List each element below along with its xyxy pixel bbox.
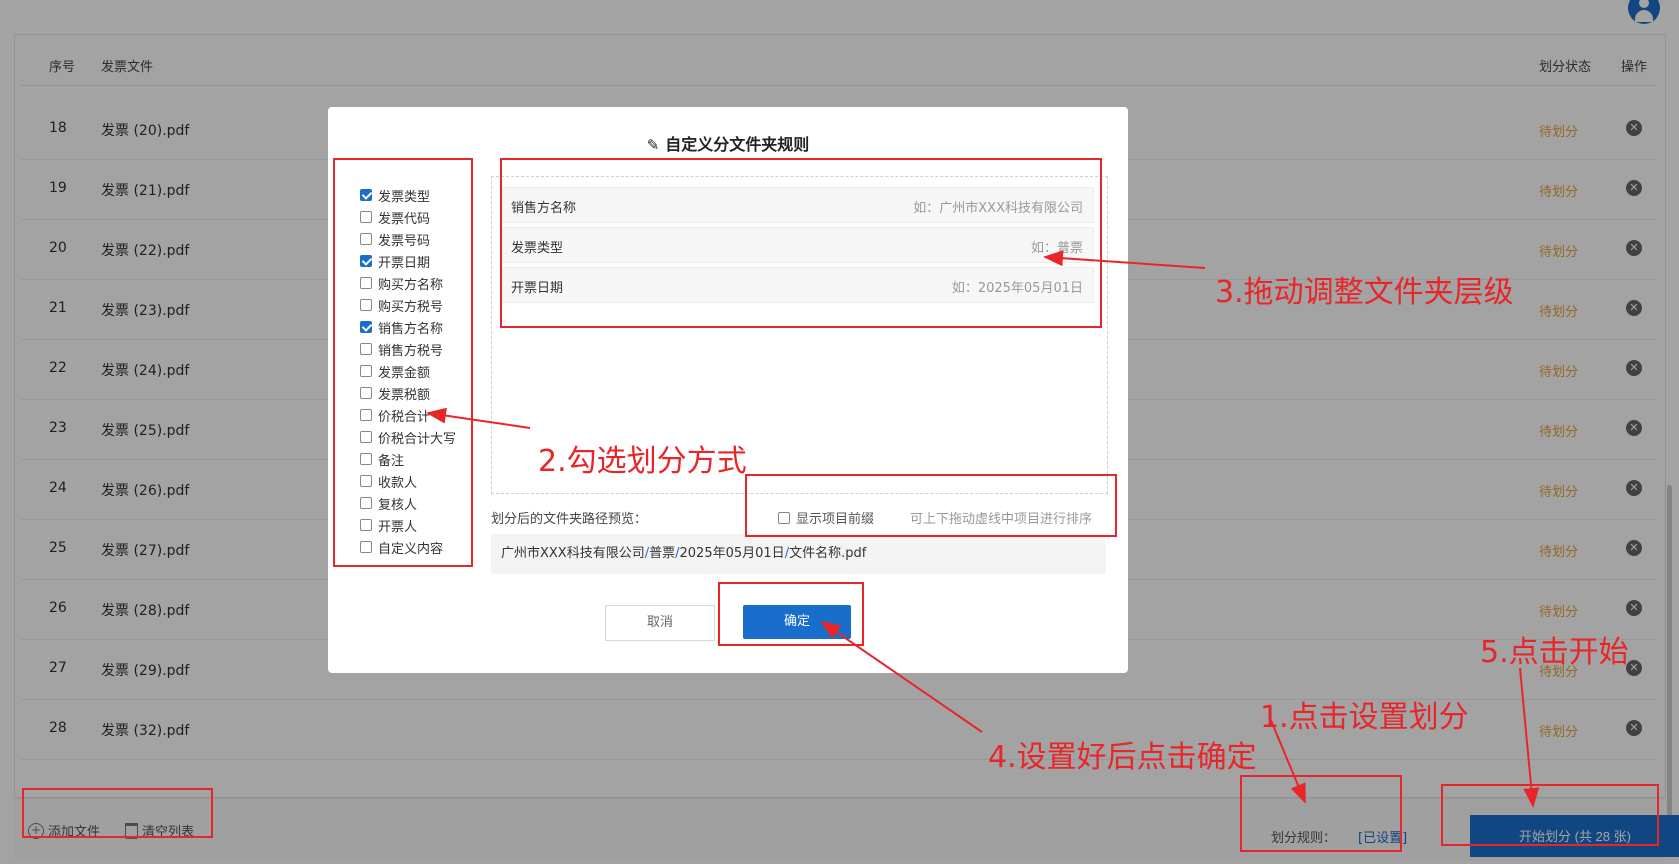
arrow-step2 (426, 407, 531, 429)
arrow-step3 (1043, 250, 1206, 269)
arrow-step4 (820, 620, 983, 733)
annotation-step5: 5.点击开始 (1480, 635, 1629, 670)
annotation-step2: 2.勾选划分方式 (538, 444, 747, 479)
arrow-step5 (1519, 667, 1540, 808)
annotation-step1: 1.点击设置划分 (1260, 700, 1469, 735)
annotation-step4: 4.设置好后点击确定 (988, 740, 1257, 775)
annotation-step3: 3.拖动调整文件夹层级 (1215, 275, 1514, 310)
